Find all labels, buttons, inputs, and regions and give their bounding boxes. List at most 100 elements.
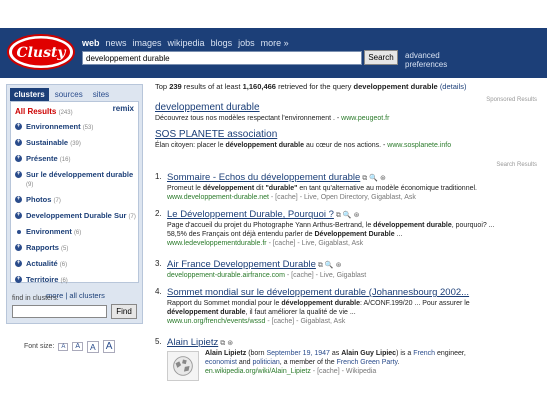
sponsored-title[interactable]: SOS PLANETE association (155, 129, 538, 140)
remix-button[interactable]: remix (113, 104, 134, 113)
cluster-label: Developpement Durable Sur (26, 211, 127, 220)
font-size-xs[interactable]: A (58, 342, 69, 351)
tab-images[interactable]: images (133, 38, 162, 48)
result-title[interactable]: Air France Developpement Durable (167, 259, 316, 270)
cluster-label: Territoire (26, 275, 59, 284)
result-title-row: Sommet mondial sur le développement dura… (167, 287, 469, 298)
cluster-label: Sustainable (26, 138, 69, 147)
tab-more[interactable]: more » (261, 38, 289, 48)
clusty-logo[interactable]: Clusty (6, 32, 76, 72)
tab-wikipedia[interactable]: wikipedia (168, 38, 205, 48)
wiki-snippet: Alain Lipietz (born September 19, 1947 a… (205, 350, 466, 375)
summary-prefix: Top (155, 82, 168, 91)
tab-sources[interactable]: sources (51, 88, 87, 101)
wiki-link[interactable]: French (413, 350, 435, 357)
search-button[interactable]: Search (364, 50, 398, 65)
magnifier-icon[interactable]: 🔍 (343, 211, 352, 219)
expand-icon[interactable]: + (15, 276, 22, 283)
details-link[interactable]: (details) (440, 82, 467, 91)
wiki-text: (born (248, 350, 265, 357)
preferences-link[interactable]: preferences (405, 60, 447, 69)
preview-icon[interactable]: ⊛ (336, 261, 342, 269)
result-title-row: Air France Developpement Durable ⧉ 🔍 ⊛ (167, 259, 342, 270)
new-window-icon[interactable]: ⧉ (362, 175, 367, 183)
tab-sites[interactable]: sites (89, 88, 113, 101)
wikipedia-globe-icon (167, 351, 199, 381)
cluster-label: Environment (26, 227, 72, 236)
cluster-item[interactable]: + Photos (7) (15, 195, 136, 206)
preview-icon[interactable]: ⊛ (354, 211, 360, 219)
font-size-s[interactable]: A (72, 342, 84, 351)
result-url[interactable]: www.un.org/french/events/wssd (167, 318, 265, 325)
tab-clusters[interactable]: clusters (10, 88, 49, 101)
wiki-link[interactable]: economist (205, 359, 237, 366)
cluster-count: (6) (73, 230, 82, 236)
font-size-m[interactable]: A (87, 340, 99, 353)
cluster-item[interactable]: + Actualité (6) (15, 259, 136, 270)
wiki-link[interactable]: French Green Party (337, 359, 398, 366)
snippet-text: Promeut le (167, 185, 201, 192)
cluster-label: Actualité (26, 259, 58, 268)
font-size-label: Font size: (24, 343, 55, 350)
find-in-clusters-input[interactable] (12, 305, 107, 318)
cluster-item[interactable]: + Sur le développement durable (9) (15, 170, 136, 190)
sponsored-url[interactable]: www.sosplanete.info (387, 142, 451, 149)
expand-icon[interactable]: + (15, 212, 22, 219)
all-results-link[interactable]: All Results (243) (15, 107, 73, 116)
cluster-count: (9) (26, 182, 34, 188)
snippet-bold: développement durable (281, 300, 360, 307)
result-title[interactable]: Alain Lipietz (167, 337, 218, 348)
cluster-item[interactable]: + Sustainable (39) (15, 138, 136, 149)
preview-icon[interactable]: ⊛ (227, 339, 233, 347)
font-size-l[interactable]: A (102, 340, 116, 353)
wiki-link[interactable]: September 19, 1947 (266, 350, 329, 357)
sponsored-desc: Découvrez tous nos modèles respectant l'… (155, 115, 538, 122)
magnifier-icon[interactable]: 🔍 (369, 174, 378, 182)
wiki-link[interactable]: politician (253, 359, 280, 366)
cluster-item[interactable]: + Rapports (5) (15, 243, 136, 254)
snippet-bold: développement (202, 185, 255, 192)
result-title[interactable]: Le Développement Durable, Pourquoi ? (167, 209, 334, 220)
summary-mid: results of at least (183, 82, 241, 91)
expand-icon[interactable]: + (15, 139, 22, 146)
advanced-link[interactable]: advanced (405, 51, 447, 60)
search-input[interactable] (82, 51, 362, 65)
preview-icon[interactable]: ⊛ (380, 174, 386, 182)
cluster-item[interactable]: + Territoire (6) (15, 275, 136, 286)
result-meta: - [cache] - Live, Open Directory, Gigabl… (270, 194, 416, 201)
tab-web[interactable]: web (82, 38, 100, 48)
expand-icon[interactable]: + (15, 196, 22, 203)
summary-suffix: retrieved for the query (278, 82, 352, 91)
all-clusters-link[interactable]: all clusters (69, 291, 104, 300)
result-meta: - [cache] - Gigablast, Ask (267, 318, 346, 325)
result-url[interactable]: en.wikipedia.org/wiki/Alain_Lipietz (205, 368, 311, 375)
result-title[interactable]: Sommaire - Echos du développement durabl… (167, 172, 360, 183)
search-results-label: Search Results (496, 162, 537, 168)
tab-blogs[interactable]: blogs (211, 38, 233, 48)
new-window-icon[interactable]: ⧉ (220, 340, 225, 348)
cluster-item[interactable]: + Developpement Durable Sur (7) (15, 211, 136, 222)
expand-icon[interactable]: + (15, 244, 22, 251)
result-title[interactable]: Sommet mondial sur le développement dura… (167, 287, 469, 298)
new-window-icon[interactable]: ⧉ (336, 212, 341, 220)
expand-icon[interactable]: + (15, 123, 22, 130)
find-button[interactable]: Find (111, 304, 137, 319)
snippet-text: dit (256, 185, 264, 192)
expand-icon[interactable]: + (15, 171, 22, 178)
expand-icon[interactable]: + (15, 155, 22, 162)
svg-text:Clusty: Clusty (16, 45, 66, 61)
cluster-item[interactable]: + Présente (16) (15, 154, 136, 165)
cluster-item[interactable]: Environment (6) (15, 227, 136, 238)
new-window-icon[interactable]: ⧉ (318, 262, 323, 270)
magnifier-icon[interactable]: 🔍 (325, 261, 334, 269)
sponsored-url[interactable]: www.peugeot.fr (341, 115, 389, 122)
tab-jobs[interactable]: jobs (238, 38, 255, 48)
result-title-row: Alain Lipietz ⧉ ⊛ (167, 337, 233, 348)
sponsored-title[interactable]: developpement durable (155, 102, 538, 113)
result-url[interactable]: www.ledeveloppementdurable.fr (167, 240, 267, 247)
result-url[interactable]: developpement-durable.airfrance.com (167, 272, 285, 279)
tab-news[interactable]: news (106, 38, 127, 48)
result-url[interactable]: www.developpement-durable.net (167, 194, 269, 201)
expand-icon[interactable]: + (15, 260, 22, 267)
cluster-item[interactable]: + Environnement (53) (15, 122, 136, 133)
